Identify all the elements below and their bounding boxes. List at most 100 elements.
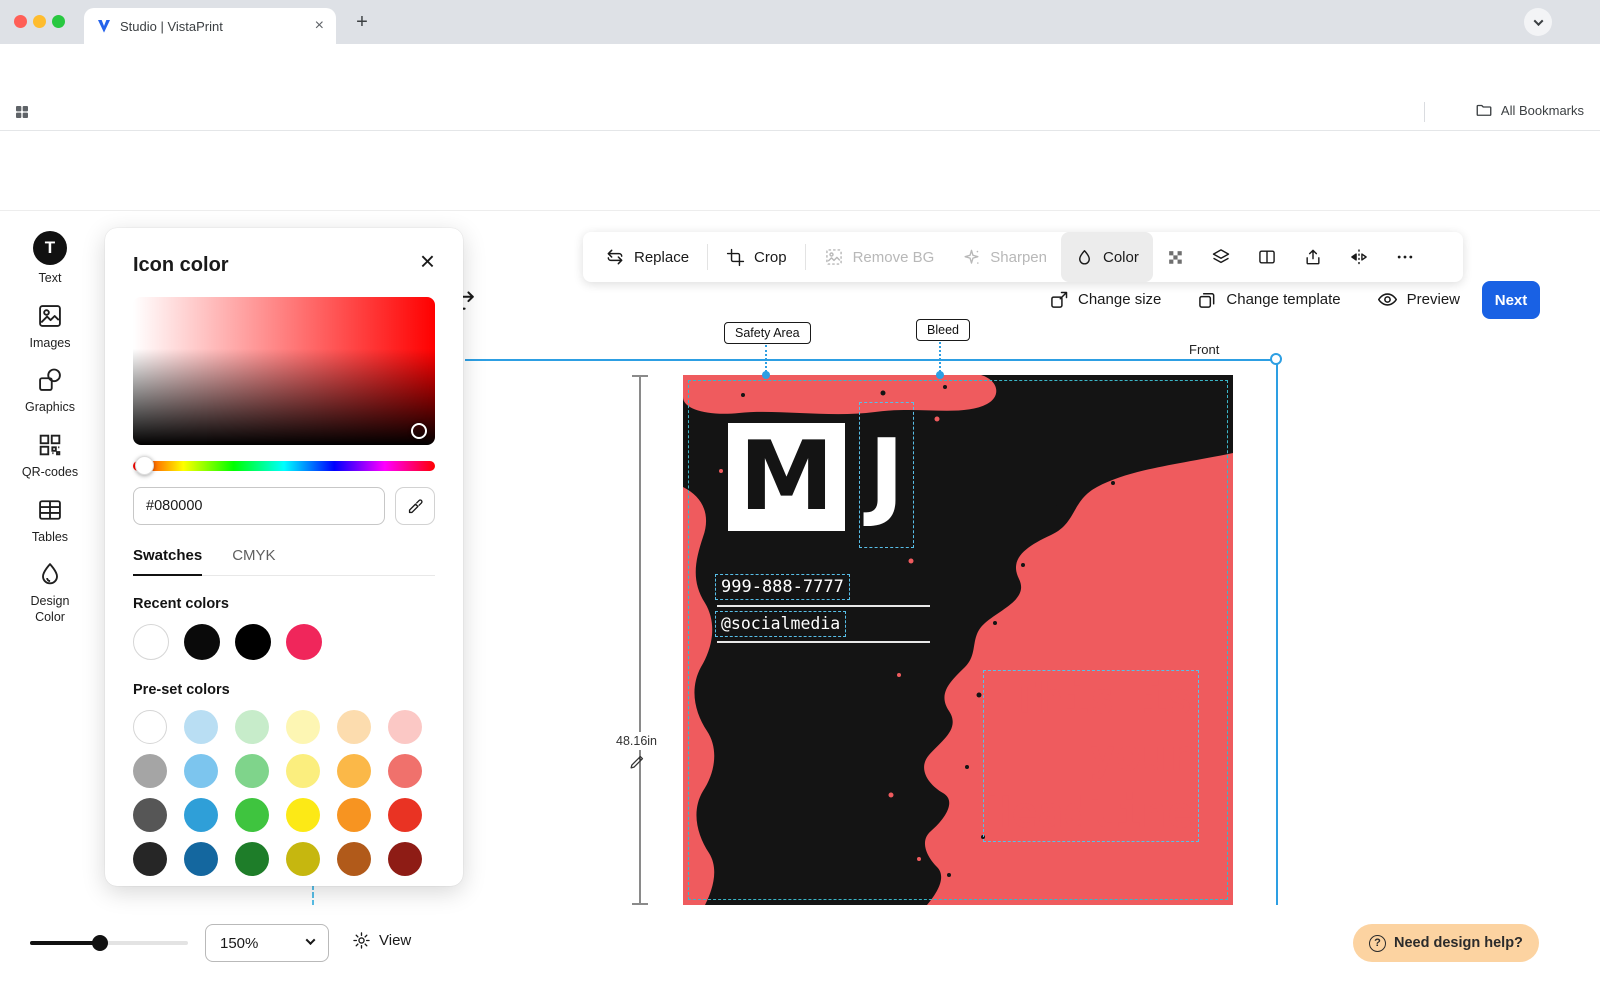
phone-underline <box>717 605 930 607</box>
preset-swatch[interactable] <box>184 842 218 876</box>
preset-swatch[interactable] <box>286 754 320 788</box>
preset-swatch[interactable] <box>286 842 320 876</box>
sidebar-item-graphics[interactable]: Graphics <box>5 366 95 416</box>
browser-tab[interactable]: Studio | VistaPrint × <box>84 8 336 44</box>
minimize-window-button[interactable] <box>33 15 46 28</box>
design-help-button[interactable]: ? Need design help? <box>1353 924 1539 962</box>
sidebar-item-qr-codes[interactable]: QR-codes <box>5 431 95 481</box>
replace-button[interactable]: Replace <box>591 232 703 282</box>
zoom-slider-handle[interactable] <box>92 935 108 951</box>
preset-swatch[interactable] <box>337 798 371 832</box>
change-size-button[interactable]: Change size <box>1049 290 1161 310</box>
preset-swatch[interactable] <box>337 710 371 744</box>
crop-button[interactable]: Crop <box>712 232 801 282</box>
monogram-m-element[interactable]: M <box>728 423 845 531</box>
preset-swatch[interactable] <box>286 798 320 832</box>
preset-swatch[interactable] <box>133 754 167 788</box>
preset-swatch[interactable] <box>133 798 167 832</box>
preset-swatch[interactable] <box>337 842 371 876</box>
phone-text-element[interactable]: 999-888-7777 <box>715 574 850 600</box>
preset-swatch[interactable] <box>235 754 269 788</box>
toolbar-divider <box>707 244 708 270</box>
preset-colors-label: Pre-set colors <box>133 682 435 698</box>
hue-slider[interactable] <box>133 461 435 471</box>
question-mark-icon: ? <box>1369 935 1386 952</box>
preset-swatch[interactable] <box>388 754 422 788</box>
preset-swatch[interactable] <box>133 710 167 744</box>
headline-text-element[interactable]: This is your Headline <box>983 670 1199 842</box>
safety-area-label: Safety Area <box>724 322 811 344</box>
zoom-level-dropdown[interactable]: 150% <box>205 924 329 962</box>
recent-colors-label: Recent colors <box>133 596 435 612</box>
headline-line: your <box>984 728 1193 785</box>
recent-swatch[interactable] <box>235 624 271 660</box>
preset-swatch[interactable] <box>337 754 371 788</box>
preset-swatch[interactable] <box>133 842 167 876</box>
tab-title: Studio | VistaPrint <box>120 19 307 34</box>
sv-picker-handle[interactable] <box>411 423 427 439</box>
preset-swatch[interactable] <box>388 842 422 876</box>
export-button[interactable] <box>1290 232 1336 282</box>
next-button[interactable]: Next <box>1482 281 1540 319</box>
preset-swatch[interactable] <box>235 842 269 876</box>
view-settings-button[interactable]: View <box>352 931 411 950</box>
social-text-element[interactable]: @socialmedia <box>715 611 846 637</box>
layers-button[interactable] <box>1198 232 1244 282</box>
sidebar-item-label: QR-codes <box>22 465 78 481</box>
transparency-button[interactable] <box>1153 232 1198 282</box>
recent-swatch[interactable] <box>184 624 220 660</box>
preset-swatch[interactable] <box>235 710 269 744</box>
more-options-button[interactable] <box>1382 232 1428 282</box>
tab-swatches[interactable]: Swatches <box>133 547 202 576</box>
sidebar-item-text[interactable]: T Text <box>5 231 95 287</box>
design-color-icon <box>36 560 64 588</box>
eyedropper-button[interactable] <box>395 487 435 525</box>
color-button[interactable]: Color <box>1061 232 1153 282</box>
height-ruler-line <box>639 375 641 905</box>
zoom-window-button[interactable] <box>52 15 65 28</box>
sidebar-item-tables[interactable]: Tables <box>5 496 95 546</box>
monogram-j-element[interactable]: J <box>859 402 914 548</box>
element-toolbar: Replace Crop Remove BG Sharpen Color <box>583 232 1463 282</box>
sidebar-item-images[interactable]: Images <box>5 302 95 352</box>
edit-dimension-button[interactable] <box>629 753 646 770</box>
preset-swatch[interactable] <box>388 710 422 744</box>
tab-close-icon[interactable]: × <box>315 17 324 35</box>
bottom-bar: 150% View ? Need design help? <box>0 905 1600 1000</box>
preset-colors-grid <box>133 710 435 876</box>
apps-grid-icon[interactable] <box>14 104 30 120</box>
close-window-button[interactable] <box>14 15 27 28</box>
design-help-label: Need design help? <box>1394 935 1523 951</box>
preset-swatch[interactable] <box>235 798 269 832</box>
change-size-icon <box>1049 290 1069 310</box>
tab-cmyk[interactable]: CMYK <box>232 547 275 575</box>
split-view-button[interactable] <box>1244 232 1290 282</box>
poster-canvas[interactable]: M J 999-888-7777 @socialmedia This is yo… <box>683 375 1233 905</box>
tab-search-button[interactable] <box>1524 8 1552 36</box>
social-underline <box>717 641 930 643</box>
tables-icon <box>36 496 64 524</box>
preview-button[interactable]: Preview <box>1377 289 1460 310</box>
saturation-value-picker[interactable] <box>133 297 435 445</box>
recent-swatch[interactable] <box>286 624 322 660</box>
hue-slider-handle[interactable] <box>135 456 154 475</box>
flip-button[interactable] <box>1336 232 1382 282</box>
hex-color-input[interactable] <box>133 487 385 525</box>
recent-swatch[interactable] <box>133 624 169 660</box>
preset-swatch[interactable] <box>184 754 218 788</box>
sidebar-item-label: Tables <box>32 530 68 546</box>
all-bookmarks-button[interactable]: All Bookmarks <box>1475 101 1584 119</box>
panel-title: Icon color <box>133 254 435 277</box>
ellipsis-icon <box>1395 247 1415 267</box>
new-tab-button[interactable]: + <box>350 10 374 34</box>
sidebar-item-design-color[interactable]: Design Color <box>15 560 85 625</box>
preset-swatch[interactable] <box>184 798 218 832</box>
preset-swatch[interactable] <box>388 798 422 832</box>
close-panel-button[interactable]: × <box>412 244 443 278</box>
preset-swatch[interactable] <box>184 710 218 744</box>
guide-handle[interactable] <box>1270 353 1282 365</box>
studio-header: vistaprint. My Projects – Posters Save C… <box>0 131 1600 211</box>
images-icon <box>36 302 64 330</box>
change-template-button[interactable]: Change template <box>1197 290 1340 310</box>
preset-swatch[interactable] <box>286 710 320 744</box>
